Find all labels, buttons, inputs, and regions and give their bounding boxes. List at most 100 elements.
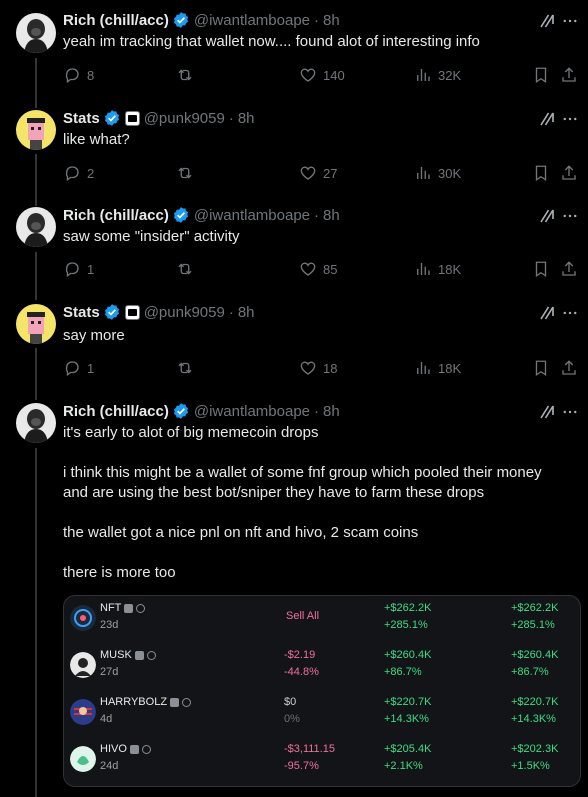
grok-icon[interactable] (538, 304, 556, 322)
reply-icon (65, 361, 79, 377)
sell-all-label: Sell All (286, 610, 320, 622)
bookmark-icon (535, 165, 547, 182)
avatar-stats[interactable] (16, 110, 56, 150)
views-button[interactable]: 30K (414, 163, 461, 183)
timestamp[interactable]: 8h (238, 110, 255, 127)
share-icon (562, 261, 576, 276)
like-button[interactable]: 18 (299, 358, 337, 378)
repost-button[interactable] (176, 163, 194, 183)
tweet-text: saw some "insider" activity (63, 228, 240, 245)
thread-line (35, 448, 37, 797)
token-hivo-icon (70, 746, 96, 772)
grok-icon[interactable] (538, 403, 556, 421)
share-button[interactable] (560, 163, 578, 183)
bookmark-button[interactable] (532, 259, 550, 279)
display-name[interactable]: Stats (63, 110, 100, 127)
verified-badge-icon (104, 304, 119, 320)
like-button[interactable]: 140 (299, 65, 345, 85)
views-button[interactable]: 32K (414, 65, 461, 85)
more-icon[interactable] (561, 110, 579, 128)
reply-button[interactable]: 2 (63, 163, 94, 183)
reply-button[interactable]: 8 (63, 65, 94, 85)
share-button[interactable] (560, 65, 578, 85)
bookmark-button[interactable] (532, 65, 550, 85)
tweet-actions: 1 18 18K (63, 358, 578, 378)
reply-icon (65, 68, 79, 84)
affiliation-badge-icon[interactable] (124, 304, 140, 320)
tweet-3[interactable]: Rich (chill/acc) @iwantlamboape · 8h saw… (0, 204, 588, 300)
token-row-nft: NFT 23d Sell All +$262.2K +285.1% +$262.… (64, 599, 580, 645)
repost-icon (178, 362, 192, 374)
reply-button[interactable]: 1 (63, 358, 94, 378)
thread-line (35, 154, 37, 206)
token-row-musk: MUSK 27d -$2.19 -44.8% +$260.4K +86.7% +… (64, 646, 580, 692)
search-icon (136, 603, 146, 613)
bookmark-button[interactable] (532, 358, 550, 378)
avatar-stats[interactable] (16, 304, 56, 344)
token-name: HARRYBOLZ (100, 696, 168, 708)
realized-pnl: +$262.2K (384, 602, 432, 614)
separator-dot: · (228, 109, 234, 127)
tweet-1[interactable]: Rich (chill/acc) @iwantlamboape · 8h yea… (0, 8, 588, 108)
views-button[interactable]: 18K (414, 358, 461, 378)
bookmark-button[interactable] (532, 163, 550, 183)
reply-count: 2 (87, 165, 95, 181)
like-button[interactable]: 27 (299, 163, 337, 183)
token-musk-icon (70, 652, 96, 678)
token-age: 23d (100, 619, 119, 631)
avatar-rich[interactable] (16, 207, 56, 247)
token-nft-icon (70, 605, 96, 631)
unrealized-pnl: -$3,111.15 (284, 743, 335, 755)
copy-icon (170, 697, 180, 707)
pnl-card-image[interactable]: NFT 23d Sell All +$262.2K +285.1% +$262.… (63, 595, 581, 787)
more-icon[interactable] (561, 12, 579, 30)
display-name[interactable]: Rich (chill/acc) (63, 207, 169, 224)
display-name[interactable]: Rich (chill/acc) (63, 403, 169, 420)
search-icon (146, 650, 156, 660)
token-name: MUSK (100, 649, 132, 661)
share-button[interactable] (560, 358, 578, 378)
grok-icon[interactable] (538, 12, 556, 30)
tweet-2[interactable]: Stats @punk9059 · 8h like what? 2 27 30K (0, 106, 588, 206)
user-handle[interactable]: @iwantlamboape (194, 12, 310, 29)
repost-button[interactable] (176, 358, 194, 378)
timestamp[interactable]: 8h (323, 12, 340, 29)
tweet-paragraph: i think this might be a wallet of some f… (63, 464, 542, 501)
timestamp[interactable]: 8h (323, 207, 340, 224)
tweet-text: say more (63, 327, 125, 344)
reply-button[interactable]: 1 (63, 259, 94, 279)
separator-dot: · (314, 11, 320, 29)
timestamp[interactable]: 8h (238, 304, 255, 321)
repost-button[interactable] (176, 259, 194, 279)
grok-icon[interactable] (538, 110, 556, 128)
avatar-rich[interactable] (16, 13, 56, 53)
like-button[interactable]: 85 (299, 259, 337, 279)
verified-badge-icon (173, 207, 188, 223)
avatar-rich[interactable] (16, 403, 56, 443)
share-button[interactable] (560, 259, 578, 279)
total-pnl-pct: +86.7% (511, 666, 549, 678)
user-handle[interactable]: @iwantlamboape (194, 207, 310, 224)
like-count: 18 (323, 360, 338, 376)
user-handle[interactable]: @iwantlamboape (194, 403, 310, 420)
repost-button[interactable] (176, 65, 194, 85)
more-icon[interactable] (561, 403, 579, 421)
tweet-4[interactable]: Stats @punk9059 · 8h say more 1 18 18K (0, 302, 588, 400)
tweet-actions: 1 85 18K (63, 259, 578, 279)
token-harrybolz-icon (70, 699, 96, 725)
more-icon[interactable] (561, 207, 579, 225)
total-pnl: +$262.2K (511, 602, 559, 614)
views-button[interactable]: 18K (414, 259, 461, 279)
display-name[interactable]: Stats (63, 304, 100, 321)
user-handle[interactable]: @punk9059 (144, 304, 225, 321)
more-icon[interactable] (561, 304, 579, 322)
grok-icon[interactable] (538, 207, 556, 225)
display-name[interactable]: Rich (chill/acc) (63, 12, 169, 29)
token-row-hivo: HIVO 24d -$3,111.15 -95.7% +$205.4K +2.1… (64, 740, 580, 786)
user-handle[interactable]: @punk9059 (144, 110, 225, 127)
view-count: 18K (438, 360, 462, 376)
timestamp[interactable]: 8h (323, 403, 340, 420)
verified-badge-icon (173, 12, 188, 28)
like-count: 140 (323, 67, 345, 83)
affiliation-badge-icon[interactable] (124, 110, 140, 126)
